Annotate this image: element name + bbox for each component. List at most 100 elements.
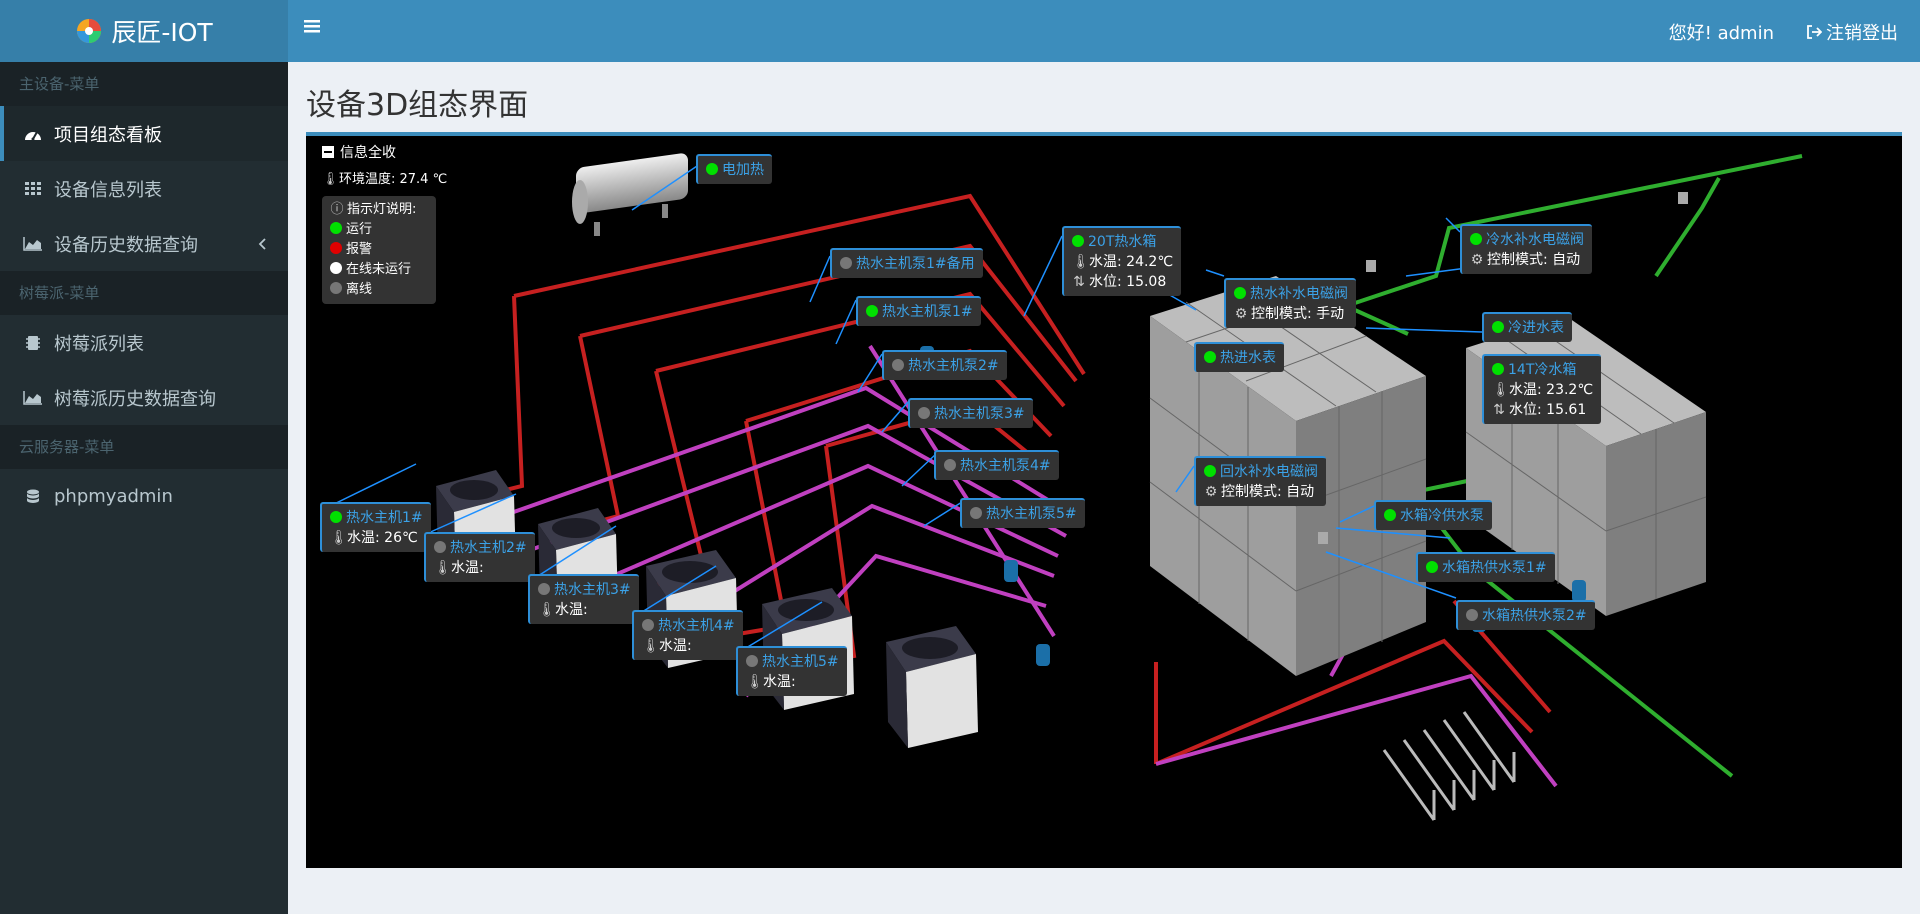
label-hot-water-meter[interactable]: 热进水表 (1194, 342, 1284, 372)
label-pump-5[interactable]: 热水主机泵5# (960, 498, 1085, 528)
sidebar-item-raspberry-list[interactable]: 树莓派列表 (0, 315, 288, 370)
label-pump-3[interactable]: 热水主机泵3# (908, 398, 1033, 428)
legend-item-label: 运行 (346, 222, 373, 237)
logout-button[interactable]: 注销登出 (1806, 19, 1898, 45)
sidebar-item-label: phpmyadmin (54, 486, 173, 507)
label-title: 回水补水电磁阀 (1220, 464, 1318, 480)
sidebar-item-device-list[interactable]: 设备信息列表 (0, 161, 288, 216)
label-hot-supply-pump-2[interactable]: 水箱热供水泵2# (1456, 600, 1595, 630)
status-dot-icon (538, 583, 550, 595)
mode-value: 自动 (1552, 252, 1581, 268)
thermometer-icon: 🌡 (330, 530, 348, 546)
thermometer-icon: 🌡 (1072, 254, 1090, 270)
temp-label: 水温: (347, 530, 380, 546)
area-chart-icon (22, 388, 44, 408)
thermometer-icon: 🌡 (434, 560, 452, 576)
mode-label: 控制模式: (1251, 306, 1312, 322)
sidebar-item-label: 项目组态看板 (54, 124, 162, 146)
level-icon: ⇅ (1073, 274, 1085, 290)
legend-item: 在线未运行 (330, 260, 428, 280)
label-return-make-up-valve[interactable]: 回水补水电磁阀 ⚙ 控制模式: 自动 (1194, 456, 1326, 506)
top-navbar: 您好! admin 注销登出 (288, 0, 1920, 62)
label-hot-water-unit-2[interactable]: 热水主机2# 🌡水温: (424, 532, 535, 582)
label-title: 热水主机泵3# (934, 406, 1025, 422)
label-hot-water-unit-1[interactable]: 热水主机1# 🌡水温: 26℃ (320, 502, 431, 552)
menu-toggle-icon[interactable] (304, 18, 330, 44)
label-title: 热水主机4# (658, 618, 735, 634)
user-greeting: 您好! admin (1668, 23, 1774, 44)
label-cold-supply-pump[interactable]: 水箱冷供水泵 (1374, 500, 1492, 530)
cold-supply-pump[interactable] (1572, 580, 1586, 602)
menu-header-raspberry: 树莓派-菜单 (0, 271, 288, 315)
legend-item-label: 离线 (346, 282, 373, 297)
legend-title: ⓘ 指示灯说明: (330, 200, 428, 220)
thermometer-icon: 🌡 (642, 638, 660, 654)
label-title: 热水主机2# (450, 540, 527, 556)
status-dot-icon (1492, 363, 1504, 375)
label-tank-14t[interactable]: 14T冷水箱 🌡水温: 23.2℃ ⇅ 水位: 15.61 (1482, 354, 1602, 424)
label-hot-water-unit-4[interactable]: 热水主机4# 🌡水温: (632, 610, 743, 660)
status-dot-icon (330, 511, 342, 523)
return-make-up-valve[interactable] (1318, 532, 1328, 544)
sidebar-item-raspberry-history[interactable]: 树莓派历史数据查询 (0, 370, 288, 425)
sidebar-item-device-history[interactable]: 设备历史数据查询 (0, 216, 288, 271)
logo-icon (77, 19, 102, 43)
chevron-left-icon (258, 234, 266, 255)
menu-header-cloud: 云服务器-菜单 (0, 425, 288, 469)
label-hot-supply-pump-1[interactable]: 水箱热供水泵1# (1416, 552, 1555, 582)
label-cold-water-meter[interactable]: 冷进水表 (1482, 312, 1572, 342)
sidebar-item-dashboard[interactable]: 项目组态看板 (0, 106, 288, 161)
label-title: 冷进水表 (1508, 320, 1564, 336)
pump-4[interactable] (1004, 560, 1018, 582)
status-dot-icon (706, 163, 718, 175)
logout-label: 注销登出 (1826, 23, 1898, 44)
mode-value: 自动 (1286, 484, 1315, 500)
label-heater[interactable]: 电加热 (696, 154, 772, 184)
label-pump-4[interactable]: 热水主机泵4# (934, 450, 1059, 480)
label-title: 热水主机3# (554, 582, 631, 598)
hot-make-up-valve[interactable] (1366, 260, 1376, 272)
status-dot-icon (840, 257, 852, 269)
sidebar-item-label: 树莓派列表 (54, 333, 144, 355)
label-title: 20T热水箱 (1088, 234, 1157, 250)
status-dot-icon (944, 459, 956, 471)
label-cold-make-up-valve[interactable]: 冷水补水电磁阀 ⚙ 控制模式: 自动 (1460, 224, 1592, 274)
label-title: 热水主机泵1# (882, 304, 973, 320)
sidebar-item-label: 设备历史数据查询 (54, 234, 198, 256)
page-title: 设备3D组态界面 (306, 88, 529, 123)
status-dot-icon (1204, 351, 1216, 363)
mode-label: 控制模式: (1487, 252, 1548, 268)
sidebar-item-phpmyadmin[interactable]: phpmyadmin (0, 469, 288, 524)
cold-make-up-valve[interactable] (1678, 192, 1688, 204)
label-title: 水箱热供水泵2# (1482, 608, 1587, 624)
label-title: 冷水补水电磁阀 (1486, 232, 1584, 248)
status-dot-icon (1234, 287, 1246, 299)
label-pump-2[interactable]: 热水主机泵2# (882, 350, 1007, 380)
gears-icon: ⚙ (1234, 306, 1248, 322)
collapse-info-button[interactable]: 信息全收 (322, 142, 396, 162)
status-dot-icon (330, 262, 342, 274)
logout-icon (1807, 25, 1822, 39)
status-dot-icon (1204, 465, 1216, 477)
status-dot-icon (1384, 509, 1396, 521)
label-tank-20t[interactable]: 20T热水箱 🌡水温: 24.2℃ ⇅ 水位: 15.08 (1062, 226, 1182, 296)
faucets (1382, 711, 1516, 821)
label-pump-backup[interactable]: 热水主机泵1#备用 (830, 248, 983, 278)
app-logo[interactable]: 辰匠-IOT (0, 0, 288, 62)
temp-label: 水温: (659, 638, 692, 654)
database-icon (22, 487, 44, 507)
temp-label: 水温: (451, 560, 484, 576)
label-title: 电加热 (722, 162, 764, 178)
thermometer-icon: 🌡 (746, 674, 764, 690)
electric-heater[interactable] (572, 152, 688, 236)
label-hot-water-unit-5[interactable]: 热水主机5# 🌡水温: (736, 646, 847, 696)
temp-label: 水温: (1089, 254, 1122, 270)
label-pump-1[interactable]: 热水主机泵1# (856, 296, 981, 326)
app-title: 辰匠-IOT (111, 18, 213, 47)
pump-5[interactable] (1036, 644, 1050, 666)
label-hot-water-unit-3[interactable]: 热水主机3# 🌡水温: (528, 574, 639, 624)
hot-water-unit-5[interactable] (886, 626, 978, 748)
legend-title-text: 指示灯说明: (347, 202, 417, 217)
label-hot-make-up-valve[interactable]: 热水补水电磁阀 ⚙ 控制模式: 手动 (1224, 278, 1356, 328)
legend-item: 运行 (330, 220, 428, 240)
